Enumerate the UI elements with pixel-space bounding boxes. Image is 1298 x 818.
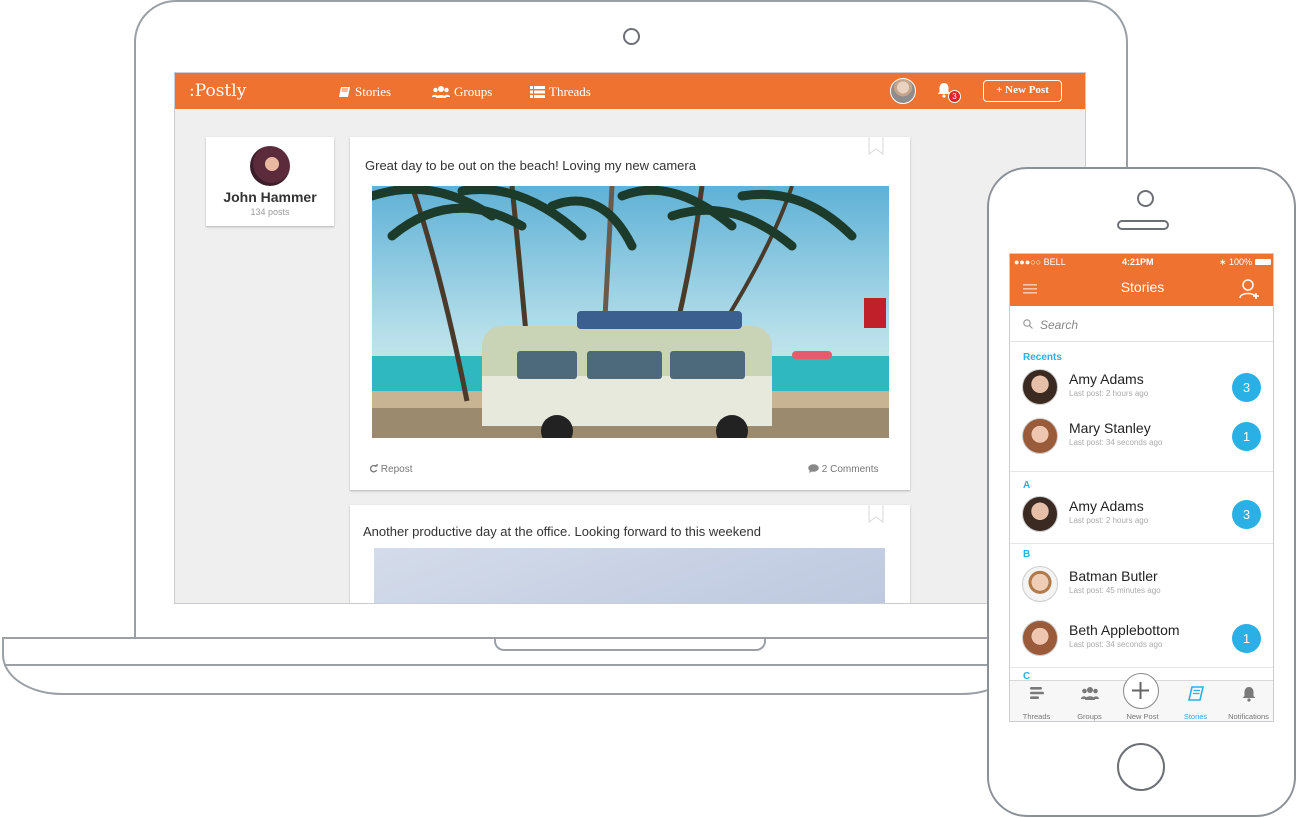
list-icon [530,86,545,98]
contact-avatar [1022,369,1058,405]
tab-groups[interactable]: Groups [1063,681,1116,721]
unread-badge: 1 [1232,422,1261,451]
unread-badge: 1 [1232,624,1261,653]
status-carrier: ●●●○○ BELL [1014,257,1066,267]
new-post-fab[interactable] [1123,673,1159,709]
list-item[interactable]: Amy Adams Last post: 2 hours ago 3 [1010,490,1273,538]
search-icon [1023,319,1033,329]
laptop-camera [623,28,640,45]
phone-screen: ●●●○○ BELL 4:21PM ∗ 100% Stories Search … [1009,253,1274,722]
beach-photo[interactable] [372,186,889,438]
contact-name: Mary Stanley [1069,420,1151,436]
contact-avatar [1022,620,1058,656]
plus-icon [1132,682,1149,699]
phone-home-button[interactable] [1117,743,1165,791]
nav-threads[interactable]: Threads [530,84,591,100]
status-battery: ∗ 100% [1219,257,1271,268]
section-divider [1010,543,1273,544]
tab-groups-label: Groups [1077,712,1102,721]
contact-name: Beth Applebottom [1069,622,1180,638]
bookmark-icon[interactable] [868,137,884,155]
section-recents: Recents [1023,352,1062,363]
phone-search-bar[interactable]: Search [1010,306,1273,342]
nav-groups[interactable]: Groups [432,84,492,100]
stories-icon [1187,686,1204,701]
status-time: 4:21PM [1122,257,1154,267]
profile-post-count: 134 posts [250,207,290,217]
contact-last-post: Last post: 34 seconds ago [1069,640,1163,649]
section-divider [1010,471,1273,472]
list-item[interactable]: Amy Adams Last post: 2 hours ago 3 [1010,363,1273,411]
unread-badge: 3 [1232,500,1261,529]
tab-notifications-label: Notifications [1228,712,1269,721]
comment-icon [808,464,819,473]
contact-last-post: Last post: 2 hours ago [1069,389,1149,398]
list-item[interactable]: Beth Applebottom Last post: 34 seconds a… [1010,614,1273,662]
phone-title: Stories [1120,279,1165,295]
contact-last-post: Last post: 34 seconds ago [1069,438,1163,447]
nav-groups-label: Groups [454,84,493,99]
new-post-label: New Post [1005,84,1049,96]
tab-threads[interactable]: Threads [1010,681,1063,721]
office-photo[interactable] [374,548,885,603]
profile-card[interactable]: John Hammer 134 posts [206,137,334,226]
tab-stories[interactable]: Stories [1169,681,1222,721]
postly-logo[interactable]: :Postly [189,81,246,101]
contact-avatar [1022,496,1058,532]
groups-icon [1080,687,1099,700]
repost-button[interactable]: Repost [369,463,413,475]
comments-label: 2 Comments [821,464,879,475]
tab-stories-label: Stories [1183,712,1208,721]
contact-name: Amy Adams [1069,371,1144,387]
new-post-button[interactable]: + New Post [983,80,1062,102]
section-divider [1010,667,1273,668]
nav-stories-label: Stories [355,84,392,99]
laptop-notch [494,639,766,651]
contact-avatar [1022,418,1058,454]
add-user-icon[interactable] [1239,278,1261,300]
contact-avatar [1022,566,1058,602]
book-icon [339,87,350,97]
battery-label: 100% [1229,257,1253,267]
comments-link[interactable]: 2 Comments [808,464,878,475]
notification-badge: 3 [948,90,961,103]
user-avatar[interactable] [890,78,916,104]
nav-threads-label: Threads [549,84,591,99]
profile-avatar[interactable] [250,146,290,186]
contact-name: Batman Butler [1069,568,1158,584]
post-text: Another productive day at the office. Lo… [363,524,761,539]
bookmark-icon[interactable] [868,505,884,523]
tab-notifications[interactable]: Notifications [1222,681,1273,721]
search-placeholder: Search [1040,318,1079,332]
contact-last-post: Last post: 2 hours ago [1069,516,1149,525]
laptop-screen: :Postly Stories Groups Threads 3 + New P… [174,72,1086,604]
unread-badge: 3 [1232,373,1261,402]
nav-stories[interactable]: Stories [338,84,391,100]
refresh-icon [369,463,378,473]
section-b: B [1023,549,1031,560]
list-item[interactable]: Batman Butler Last post: 45 minutes ago [1010,560,1273,608]
bluetooth-icon: ∗ [1219,257,1230,267]
post-card: Great day to be out on the beach! Loving… [350,137,910,490]
list-item[interactable]: Mary Stanley Last post: 34 seconds ago 1 [1010,412,1273,460]
post-text: Great day to be out on the beach! Loving… [365,158,696,173]
repost-label: Repost [380,464,413,475]
phone-speaker [1117,220,1169,230]
contact-last-post: Last post: 45 minutes ago [1069,586,1161,595]
tab-threads-label: Threads [1022,712,1051,721]
laptop-base-edge [4,664,1014,666]
users-icon [432,86,450,98]
threads-icon [1029,687,1044,699]
profile-name: John Hammer [223,189,317,205]
post-card: Another productive day at the office. Lo… [350,505,910,603]
phone-camera [1137,190,1154,207]
contact-name: Amy Adams [1069,498,1144,514]
tab-new-post-label: New Post [1126,712,1159,721]
bell-icon [1242,687,1255,702]
top-navbar: :Postly Stories Groups Threads 3 + New P… [175,73,1085,109]
battery-icon [1254,259,1271,265]
phone-header: ●●●○○ BELL 4:21PM ∗ 100% Stories [1010,254,1273,306]
